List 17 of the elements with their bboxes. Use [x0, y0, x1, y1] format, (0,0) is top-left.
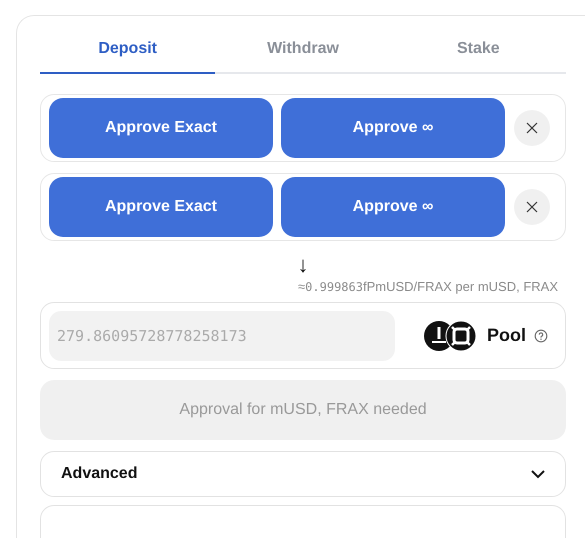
close-button[interactable]	[514, 110, 550, 146]
token-name: Pool	[487, 325, 526, 346]
approve-exact-button[interactable]: Approve Exact	[49, 177, 273, 237]
tab[interactable]: Deposit	[40, 30, 216, 74]
close-button[interactable]	[514, 189, 550, 225]
tab[interactable]: Stake	[390, 30, 566, 74]
approve-infinite-button[interactable]: Approve ∞	[281, 177, 505, 237]
close-icon	[526, 122, 538, 134]
close-icon	[526, 201, 538, 213]
down-arrow: ↓	[298, 253, 308, 277]
approve-exact-button[interactable]: Approve Exact	[49, 98, 273, 158]
advanced-toggle[interactable]: Advanced	[40, 451, 566, 497]
tab[interactable]: Withdraw	[215, 30, 391, 74]
chevron-icon	[530, 469, 546, 479]
approve-infinite-button[interactable]: Approve ∞	[281, 98, 505, 158]
exchange-rate: ≈0.999863fPmUSD/FRAX per mUSD, FRAX	[298, 279, 559, 294]
help-icon[interactable]	[534, 328, 548, 342]
